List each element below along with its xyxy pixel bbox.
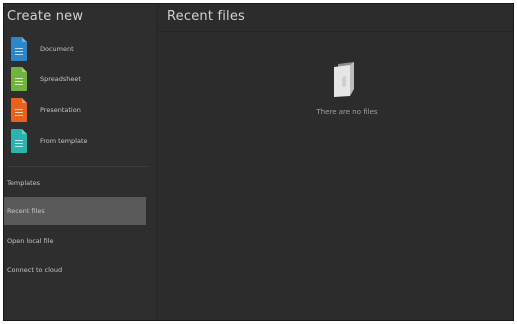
nav-item-label: Open local file bbox=[7, 237, 54, 245]
create-spreadsheet-label: Spreadsheet bbox=[40, 75, 81, 83]
create-presentation-label: Presentation bbox=[40, 106, 81, 114]
document-icon bbox=[11, 37, 27, 61]
sidebar-title: Create new bbox=[7, 9, 84, 24]
nav-item-templates[interactable]: Templates bbox=[4, 169, 146, 197]
create-presentation-button[interactable]: Presentation bbox=[4, 96, 149, 126]
nav-item-label: Templates bbox=[7, 179, 41, 187]
template-icon bbox=[11, 129, 27, 153]
presentation-icon bbox=[11, 98, 27, 122]
create-document-label: Document bbox=[40, 45, 74, 53]
header-divider bbox=[157, 31, 513, 32]
create-document-button[interactable]: Document bbox=[4, 35, 149, 65]
nav-item-recent-files[interactable]: Recent files bbox=[4, 197, 146, 225]
app-window: Create new Document Spreadsheet Presenta… bbox=[3, 3, 514, 321]
empty-state-message: There are no files bbox=[316, 108, 378, 116]
spreadsheet-icon bbox=[11, 67, 27, 91]
create-spreadsheet-button[interactable]: Spreadsheet bbox=[4, 65, 149, 95]
nav-item-label: Connect to cloud bbox=[7, 266, 63, 274]
create-from-template-label: From template bbox=[40, 137, 88, 145]
sidebar: Create new Document Spreadsheet Presenta… bbox=[4, 4, 157, 320]
main-panel: Recent files There are no files bbox=[157, 4, 513, 320]
page-title: Recent files bbox=[167, 9, 246, 24]
nav-item-connect-to-cloud[interactable]: Connect to cloud bbox=[4, 256, 146, 284]
nav-item-label: Recent files bbox=[7, 207, 45, 215]
sidebar-divider bbox=[7, 166, 149, 167]
empty-files-icon bbox=[334, 62, 354, 97]
nav-item-open-local-file[interactable]: Open local file bbox=[4, 227, 146, 255]
create-from-template-button[interactable]: From template bbox=[4, 127, 149, 157]
